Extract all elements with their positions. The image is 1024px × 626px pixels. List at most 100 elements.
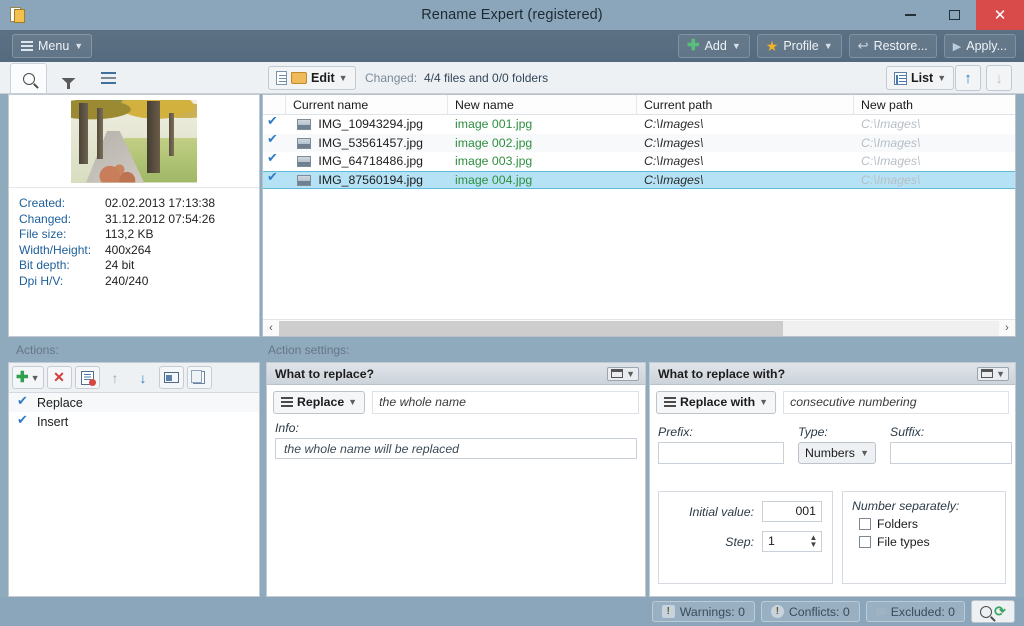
conflicts-button[interactable]: ! Conflicts: 0 [760,601,860,622]
panel-title: What to replace? [275,366,375,381]
menu-button-label: Menu [38,39,70,53]
copy-action-button[interactable] [186,366,212,389]
current-name-text: IMG_87560194.jpg [318,173,424,188]
scroll-left-button[interactable]: ‹ [263,322,279,334]
prefix-input[interactable] [658,442,784,464]
table-row[interactable]: IMG_64718486.jpg image 003.jpg C:\Images… [263,152,1015,171]
checkbox-file-types[interactable]: File types [843,535,1005,553]
view-mode-label: List [911,71,934,85]
changed-label: Changed: [365,71,418,85]
numbering-group: Initial value: 001 Step: 1 ▲ ▼ [658,491,833,584]
actions-panel: ✚ ▼ ✕ ↑ ↓ Replace [8,362,260,597]
add-action-button[interactable]: ✚ ▼ [12,366,44,389]
window-title: Rename Expert (registered) [421,7,603,23]
cell-new-path: C:\Images\ [861,117,921,132]
maximize-button[interactable] [932,0,976,30]
checkbox-checked-icon[interactable] [17,393,30,409]
cell-new-path: C:\Images\ [861,154,921,169]
checkbox-unchecked-icon[interactable] [859,536,871,548]
rename-action-button[interactable] [158,366,184,389]
initial-value-input[interactable]: 001 [762,501,822,522]
action-item-insert[interactable]: Insert [9,412,259,431]
table-row[interactable]: IMG_87560194.jpg image 004.jpg C:\Images… [263,170,1015,190]
edit-button[interactable]: Edit ▼ [268,66,356,90]
minimize-button[interactable] [888,0,932,30]
action-item-replace[interactable]: Replace [9,393,259,412]
list-lines-icon[interactable] [90,63,127,93]
profile-button[interactable]: ★ Profile ▼ [756,34,842,58]
checkbox-folders[interactable]: Folders [843,517,1005,535]
panel-window-button[interactable]: ▼ [977,366,1009,381]
spinner-icon[interactable]: ▲ ▼ [808,534,819,549]
move-down-button[interactable]: ↓ [986,65,1012,91]
menu-button[interactable]: Menu ▼ [12,34,93,58]
search-icon[interactable] [10,63,47,93]
horizontal-scrollbar[interactable]: ‹ › [263,319,1015,336]
move-action-up-button[interactable]: ↑ [103,366,128,389]
column-header-current-name[interactable]: Current name [286,95,448,114]
type-dropdown[interactable]: Numbers ▼ [798,442,876,464]
metadata-value: 240/240 [105,273,149,288]
row-checkbox[interactable] [263,135,286,150]
search-refresh-button[interactable]: ⟳ [971,600,1015,623]
actions-toolbar: ✚ ▼ ✕ ↑ ↓ [9,363,259,393]
filter-icon[interactable] [50,63,87,93]
move-action-down-button[interactable]: ↓ [131,366,156,389]
cell-current-path: C:\Images\ [644,173,704,188]
panel-window-button[interactable]: ▼ [607,366,639,381]
apply-button-label: Apply... [966,39,1007,53]
hamburger-icon [664,395,676,409]
chevron-down-icon: ▼ [937,73,947,83]
cell-new-path: C:\Images\ [861,173,921,188]
replace-mode-dropdown[interactable]: Replace ▼ [273,390,366,414]
row-checkbox[interactable] [263,117,286,132]
metadata-key: Bit depth: [19,258,70,272]
add-button[interactable]: ✚ Add ▼ [678,34,750,58]
chevron-down-icon: ▼ [731,41,741,51]
image-file-icon [297,119,311,131]
checkbox-unchecked-icon[interactable] [859,518,871,530]
view-mode-button[interactable]: List ▼ [886,66,955,90]
move-up-button[interactable]: ↑ [955,65,981,91]
action-settings-label: Action settings: [268,343,350,357]
restore-button[interactable]: ↩ Restore... [848,34,937,58]
column-header-new-path[interactable]: New path [854,95,1015,114]
warnings-button[interactable]: ! Warnings: 0 [651,601,755,622]
initial-value-row: Initial value: 001 [659,492,832,522]
column-header-new-name[interactable]: New name [448,95,637,114]
scrollbar-thumb[interactable] [279,320,783,336]
refresh-icon: ⟳ [994,603,1006,619]
apply-button[interactable]: ▶ Apply... [943,34,1016,58]
edit-button-label: Edit [311,71,335,85]
suffix-group: Suffix: [890,425,1012,464]
excluded-button[interactable]: Excluded: 0 [865,601,965,622]
delete-action-button[interactable]: ✕ [46,366,72,389]
cell-new-name: image 003.jpg [455,154,533,169]
suffix-input[interactable] [890,442,1012,464]
column-header-checkbox[interactable] [263,95,286,114]
clear-actions-button[interactable] [74,366,100,389]
toolbar-right-group: ✚ Add ▼ ★ Profile ▼ ↩ Restore... ▶ Apply… [678,34,1016,58]
cell-new-name: image 002.jpg [455,135,533,150]
column-header-current-path[interactable]: Current path [637,95,854,114]
step-row: Step: 1 ▲ ▼ [659,522,832,552]
replace-with-value-field[interactable]: consecutive numbering [783,390,1009,414]
cell-current-name: IMG_64718486.jpg [286,154,448,168]
checkbox-checked-icon[interactable] [17,412,30,428]
scroll-right-button[interactable]: › [999,322,1015,334]
type-group: Type: Numbers ▼ [798,425,876,464]
replace-target-field[interactable]: the whole name [372,390,639,414]
replace-with-dropdown[interactable]: Replace with ▼ [656,390,777,414]
step-input[interactable]: 1 ▲ ▼ [762,531,822,552]
scrollbar-track[interactable] [279,320,999,336]
status-bar: ! Warnings: 0 ! Conflicts: 0 Excluded: 0… [0,597,1024,626]
row-checkbox[interactable] [263,173,286,188]
thumbnail-container[interactable] [9,95,259,188]
table-row[interactable]: IMG_53561457.jpg image 002.jpg C:\Images… [263,133,1015,153]
row-checkbox[interactable] [263,154,286,169]
close-button[interactable]: ✕ [976,0,1024,30]
title-bar: Rename Expert (registered) ✕ [0,0,1024,30]
table-row[interactable]: IMG_10943294.jpg image 001.jpg C:\Images… [263,115,1015,134]
chevron-down-icon: ▼ [996,368,1005,379]
current-name-text: IMG_64718486.jpg [318,154,424,169]
